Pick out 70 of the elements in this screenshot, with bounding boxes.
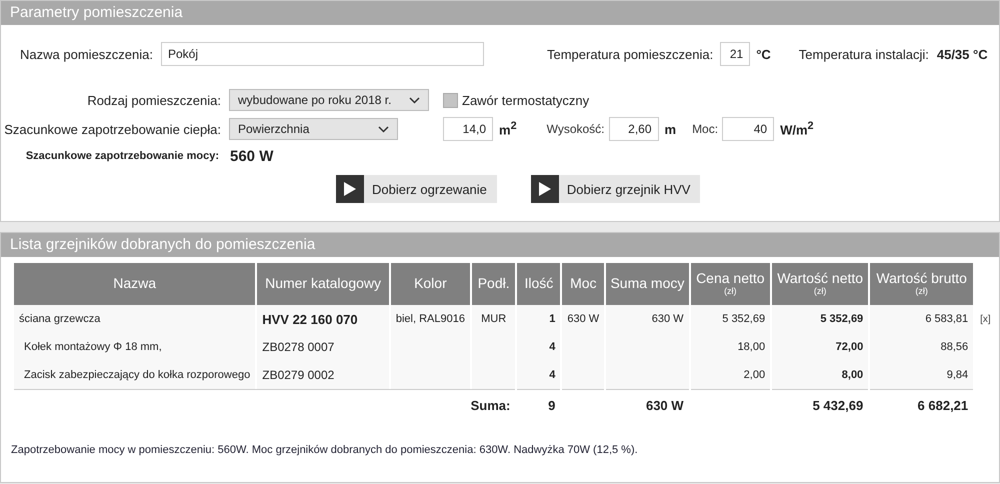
table-cell: ściana grzewcza: [19, 313, 100, 325]
table-cell: 630 W: [652, 313, 684, 325]
field-label: Rodzaj pomieszczenia:: [86, 92, 221, 108]
column-header: Moc: [562, 263, 604, 305]
column-header: Ilość: [517, 263, 560, 305]
select-button[interactable]: Dobierz grzejnik HVV: [530, 175, 700, 203]
table-cell: 9,84: [946, 369, 968, 381]
table-cell: 630 W: [567, 313, 600, 325]
table-cell: 4: [549, 341, 556, 353]
table-cell: Zacisk zabezpieczający do kołka rozporowego: [24, 369, 250, 381]
table-cell: ZB0279 0002: [262, 368, 334, 382]
table-cell: Kołek montażowy Φ 18 mm,: [24, 341, 162, 353]
column-header: Wartość netto (zł): [772, 263, 868, 305]
table-cell: 1: [549, 313, 556, 325]
table-cell: 2,00: [744, 369, 766, 381]
field-label: Temperatura instalacji:: [798, 46, 929, 62]
table-cell: 6 583,81: [925, 313, 968, 325]
total-value: 6 682,21: [918, 398, 968, 412]
total-value: 9: [548, 398, 556, 412]
unit-label: W/m$^{2}$: [780, 120, 814, 138]
power-field[interactable]: 40: [722, 117, 774, 141]
play-icon: [538, 182, 551, 196]
unit-label: m: [664, 122, 676, 136]
unit-label: °C: [756, 46, 771, 62]
area-field[interactable]: 14,0: [443, 117, 493, 141]
total-value: 630 W: [646, 398, 684, 412]
column-header: Nazwa: [14, 263, 256, 305]
power-demand-value: 560 W: [230, 148, 274, 164]
checkbox-label: Zawór termostatyczny: [462, 92, 590, 108]
field-label: Nazwa pomieszczenia:: [19, 46, 153, 62]
table-cell: MUR: [481, 313, 506, 325]
column-header: Numer katalogowy: [257, 263, 389, 305]
room-name-field[interactable]: Pokój: [161, 42, 484, 66]
method-dropdown[interactable]: Powierzchnia: [229, 118, 398, 140]
remove-link[interactable]: [x]: [980, 314, 991, 325]
field-label: Wysokość:: [546, 122, 604, 136]
field-label: Temperatura pomieszczenia:: [547, 46, 714, 62]
table-cell: 88,56: [940, 341, 968, 353]
checkbox[interactable]: [443, 92, 458, 108]
field-label: Szacunkowe zapotrzebowanie mocy:: [24, 150, 219, 162]
select-button[interactable]: Dobierz ogrzewanie: [336, 175, 497, 203]
table-cell: 18,00: [738, 341, 766, 353]
column-header: Wartość brutto (zł): [870, 263, 974, 305]
panel-title: Lista grzejników dobranych do pomieszczenia: [1, 233, 999, 257]
column-header: Cena netto (zł): [690, 263, 770, 305]
table-cell: 5 352,69: [820, 313, 864, 325]
play-icon: [344, 182, 356, 196]
total-value: 5 432,69: [812, 398, 864, 412]
field-label: Szacunkowe zapotrzebowanie ciepła:: [3, 122, 221, 136]
chevron-icon: [409, 96, 420, 104]
column-header: Kolor: [390, 263, 470, 305]
total-label: Suma:: [470, 398, 510, 412]
room-temperature-field[interactable]: 21: [720, 42, 750, 66]
chevron-icon: [378, 126, 389, 132]
unit-label: m$^{2}$: [499, 120, 517, 138]
table-cell: biel, RAL9016: [396, 313, 465, 325]
field-label: Moc:: [692, 122, 718, 136]
column-header: Podł.: [472, 263, 516, 305]
table-cell: 4: [549, 369, 556, 381]
table-cell: ZB0278 0007: [262, 340, 334, 354]
table-cell: HVV 22 160 070: [262, 312, 358, 326]
installation-temperature: 45/35 °C: [936, 46, 988, 62]
column-header: Suma mocy: [606, 263, 689, 305]
height-field[interactable]: 2,60: [608, 117, 658, 141]
table-cell: 72,00: [836, 341, 864, 353]
panel-title: Parametry pomieszczenia: [1, 1, 999, 25]
table-cell: 8,00: [842, 369, 864, 381]
summary-text: Zapotrzebowanie mocy w pomieszczeniu: 560W. Moc grzejników dobranych do pomieszczenia: 630W. Nadwyżka 70W (12,5 %).: [11, 444, 639, 456]
room-type-dropdown[interactable]: wybudowane po roku 2018 r.: [229, 89, 429, 111]
table-cell: 5 352,69: [722, 313, 766, 325]
